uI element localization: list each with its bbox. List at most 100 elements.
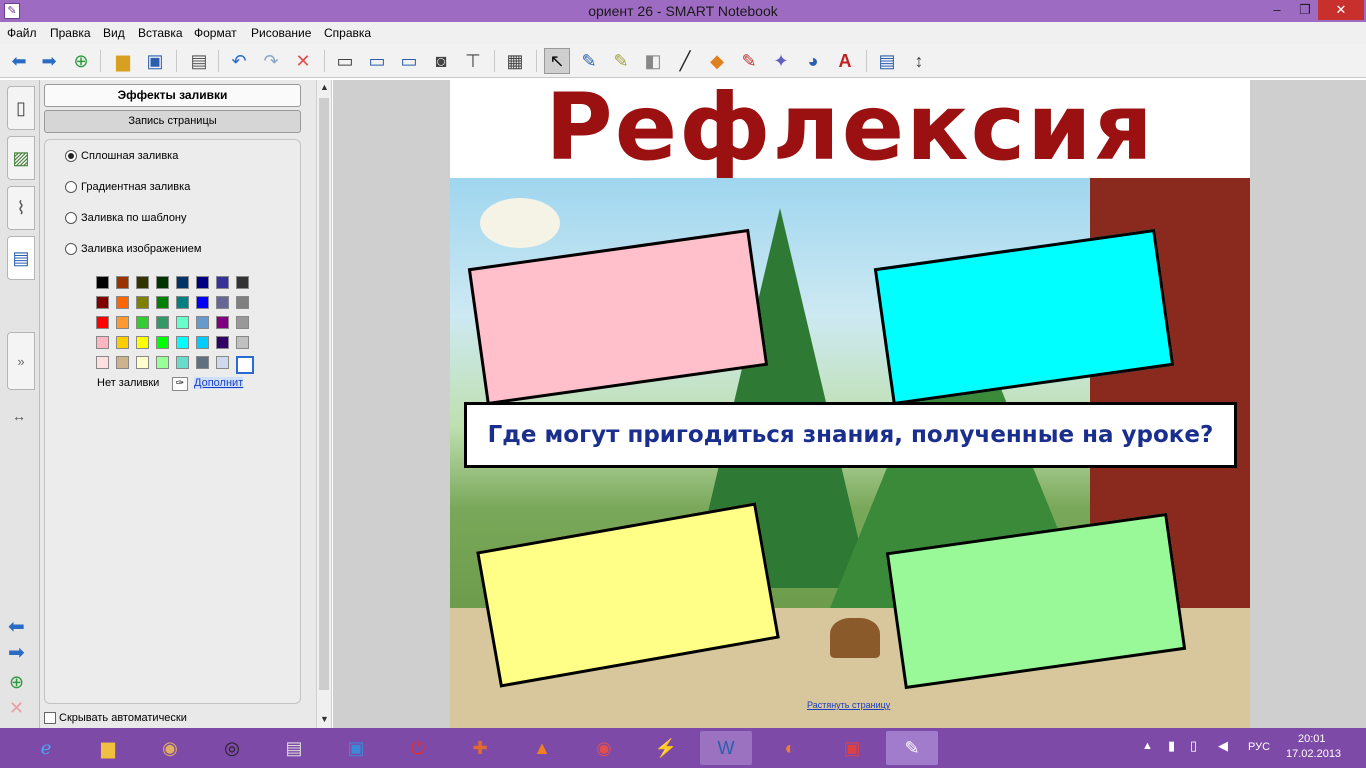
eye-app-icon[interactable]: ◉ — [580, 731, 628, 765]
dual-screen-icon[interactable]: ▭ — [396, 48, 422, 74]
radio-gradient-fill[interactable]: Градиентная заливка — [65, 181, 190, 193]
slide-page[interactable]: Рефлексия Где могут пригодиться знания, … — [450, 80, 1250, 728]
eyedropper-icon[interactable]: ✑ — [172, 377, 188, 391]
add-page-icon[interactable]: ⊕ — [68, 48, 94, 74]
attachments-icon[interactable]: ⌇ — [7, 186, 35, 230]
properties-tab-icon[interactable]: ▤ — [7, 236, 35, 280]
stretch-page-link[interactable]: Растянуть страницу — [807, 700, 890, 710]
color-swatch[interactable] — [96, 336, 109, 349]
menu-file[interactable]: Файл — [7, 26, 37, 40]
menu-help[interactable]: Справка — [324, 26, 371, 40]
menu-draw[interactable]: Рисование — [251, 26, 311, 40]
color-swatch[interactable] — [196, 356, 209, 369]
color-swatch[interactable] — [96, 356, 109, 369]
color-swatch[interactable] — [176, 296, 189, 309]
add-page-side-icon[interactable]: ⊕ — [9, 672, 24, 693]
record-page-button[interactable]: Запись страницы — [44, 110, 301, 133]
battery-icon[interactable]: ▯ — [1190, 738, 1197, 754]
settings-app-icon[interactable]: ▣ — [332, 731, 380, 765]
color-swatch[interactable] — [136, 276, 149, 289]
volume-icon[interactable]: ◀ — [1218, 738, 1228, 754]
color-swatch[interactable] — [136, 356, 149, 369]
color-swatch[interactable] — [216, 356, 229, 369]
color-swatch[interactable] — [216, 316, 229, 329]
slide-title[interactable]: Рефлексия — [450, 80, 1250, 181]
more-colors-link[interactable]: Дополнит — [194, 377, 244, 389]
color-swatch[interactable] — [156, 336, 169, 349]
radio-solid-fill[interactable]: Сплошная заливка — [65, 150, 178, 162]
eraser-icon[interactable]: ◧ — [640, 48, 666, 74]
select-cursor-icon[interactable]: ↖ — [544, 48, 570, 74]
full-screen-icon[interactable]: ▭ — [364, 48, 390, 74]
properties-icon[interactable]: ▤ — [874, 48, 900, 74]
color-swatch[interactable] — [236, 356, 254, 374]
color-swatch[interactable] — [156, 356, 169, 369]
color-swatch[interactable] — [156, 316, 169, 329]
color-swatch[interactable] — [176, 336, 189, 349]
fill-effects-tab[interactable]: Эффекты заливки — [44, 84, 301, 107]
magic-pen-icon[interactable]: ✦ — [768, 48, 794, 74]
color-swatch[interactable] — [156, 276, 169, 289]
previous-page-icon[interactable]: ⬅ — [8, 614, 25, 639]
fill-icon[interactable]: ◕ — [800, 48, 826, 74]
color-swatch[interactable] — [216, 276, 229, 289]
clock-date[interactable]: 17.02.2013 — [1286, 748, 1341, 760]
color-swatch[interactable] — [116, 276, 129, 289]
open-folder-icon[interactable]: ▆ — [110, 48, 136, 74]
resize-icon[interactable]: ↔ — [12, 408, 26, 424]
back-arrow-icon[interactable]: ⬅ — [6, 48, 32, 74]
undo-icon[interactable]: ↶ — [226, 48, 252, 74]
doc-app-icon[interactable]: ▤ — [270, 731, 318, 765]
redo-icon[interactable]: ↷ — [258, 48, 284, 74]
network-icon[interactable]: ▮ — [1168, 738, 1175, 754]
document-camera-icon[interactable]: ⊤ — [460, 48, 486, 74]
save-icon[interactable]: ▣ — [142, 48, 168, 74]
scroll-down-icon[interactable]: ▼ — [320, 714, 329, 724]
color-swatch[interactable] — [156, 296, 169, 309]
internet-explorer-icon[interactable]: ℯ — [22, 731, 70, 765]
color-swatch[interactable] — [136, 296, 149, 309]
menu-view[interactable]: Вид — [103, 26, 125, 40]
delete-page-icon[interactable]: ✕ — [9, 698, 24, 719]
show-hidden-icons-icon[interactable]: ▲ — [1142, 740, 1153, 752]
scroll-thumb[interactable] — [319, 98, 329, 690]
language-indicator[interactable]: РУС — [1248, 741, 1270, 753]
next-page-icon[interactable]: ➡ — [8, 640, 25, 665]
auto-hide-checkbox[interactable]: Скрывать автоматически — [44, 712, 187, 724]
firefox-icon[interactable]: ◐ — [766, 731, 814, 765]
menu-edit[interactable]: Правка — [50, 26, 91, 40]
panel-scrollbar[interactable]: ▲ ▼ — [316, 80, 332, 728]
media-player-icon[interactable]: ◉ — [146, 731, 194, 765]
pen-icon[interactable]: ✎ — [576, 48, 602, 74]
word-icon[interactable]: W — [700, 731, 752, 765]
menu-insert[interactable]: Вставка — [138, 26, 183, 40]
shape-recognition-pen-icon[interactable]: ✎ — [736, 48, 762, 74]
color-swatch[interactable] — [196, 336, 209, 349]
color-swatch[interactable] — [236, 336, 249, 349]
clock-time[interactable]: 20:01 — [1298, 733, 1326, 745]
color-swatch[interactable] — [136, 316, 149, 329]
forward-arrow-icon[interactable]: ➡ — [36, 48, 62, 74]
color-swatch[interactable] — [176, 276, 189, 289]
text-icon[interactable]: A — [832, 48, 858, 74]
color-swatch[interactable] — [96, 296, 109, 309]
radio-pattern-fill[interactable]: Заливка по шаблону — [65, 212, 187, 224]
color-swatch[interactable] — [136, 336, 149, 349]
vlc-icon[interactable]: ▲ — [518, 731, 566, 765]
smart-notebook-taskbar-icon[interactable]: ✎ — [886, 731, 938, 765]
line-icon[interactable]: ╱ — [672, 48, 698, 74]
gallery-icon[interactable]: ▨ — [7, 136, 35, 180]
color-swatch[interactable] — [116, 296, 129, 309]
color-swatch[interactable] — [216, 336, 229, 349]
color-swatch[interactable] — [196, 316, 209, 329]
color-swatch[interactable] — [216, 296, 229, 309]
color-swatch[interactable] — [116, 356, 129, 369]
screen-capture-icon[interactable]: ◙ — [428, 48, 454, 74]
creative-pen-icon[interactable]: ✎ — [608, 48, 634, 74]
color-swatch[interactable] — [236, 276, 249, 289]
delete-icon[interactable]: ✕ — [290, 48, 316, 74]
power-app-icon[interactable]: ⏻ — [394, 731, 442, 765]
speaker-app-icon[interactable]: ◎ — [208, 731, 256, 765]
radio-image-fill[interactable]: Заливка изображением — [65, 243, 202, 255]
color-swatch[interactable] — [96, 276, 109, 289]
